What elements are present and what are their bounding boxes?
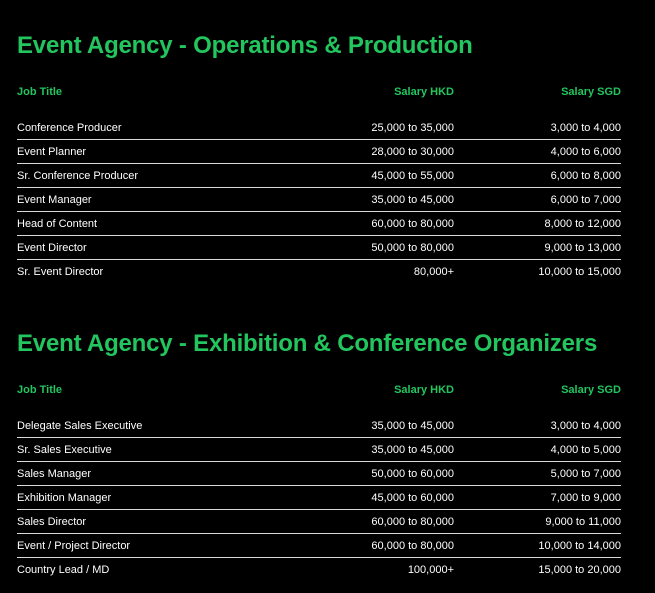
- table-row: Event Manager 35,000 to 45,000 6,000 to …: [17, 188, 621, 212]
- table-header-row: Job Title Salary HKD Salary SGD: [17, 82, 621, 102]
- column-header-job-title: Job Title: [17, 384, 63, 396]
- job-title-cell: Event Manager: [17, 193, 92, 206]
- column-header-salary-hkd: Salary HKD: [394, 86, 454, 98]
- job-title-cell: Sales Manager: [17, 467, 91, 480]
- table-row: Sales Director 60,000 to 80,000 9,000 to…: [17, 510, 621, 534]
- salary-table: Job Title Salary HKD Salary SGD Conferen…: [17, 82, 621, 283]
- table-row: Event Director 50,000 to 80,000 9,000 to…: [17, 236, 621, 260]
- job-title-cell: Sr. Sales Executive: [17, 443, 112, 456]
- salary-hkd-cell: 50,000 to 80,000: [371, 241, 454, 254]
- table-row: Conference Producer 25,000 to 35,000 3,0…: [17, 116, 621, 140]
- job-title-cell: Head of Content: [17, 217, 98, 230]
- table-row: Event / Project Director 60,000 to 80,00…: [17, 534, 621, 558]
- salary-sgd-cell: 8,000 to 12,000: [544, 217, 621, 230]
- job-title-cell: Event Planner: [17, 145, 87, 158]
- job-title-cell: Sales Director: [17, 515, 87, 528]
- salary-sgd-cell: 4,000 to 6,000: [550, 145, 621, 158]
- salary-sgd-cell: 6,000 to 7,000: [550, 193, 621, 206]
- salary-section-operations-production: Event Agency - Operations & Production J…: [17, 30, 621, 283]
- salary-sgd-cell: 10,000 to 15,000: [538, 265, 621, 278]
- salary-hkd-cell: 60,000 to 80,000: [371, 217, 454, 230]
- salary-sgd-cell: 9,000 to 13,000: [544, 241, 621, 254]
- salary-hkd-cell: 45,000 to 55,000: [371, 169, 454, 182]
- salary-hkd-cell: 80,000+: [413, 265, 454, 278]
- section-title: Event Agency - Exhibition & Conference O…: [17, 330, 598, 357]
- column-header-job-title: Job Title: [17, 86, 63, 98]
- salary-sgd-cell: 5,000 to 7,000: [550, 467, 621, 480]
- salary-hkd-cell: 25,000 to 35,000: [371, 121, 454, 134]
- table-row: Sr. Conference Producer 45,000 to 55,000…: [17, 164, 621, 188]
- job-title-cell: Event Director: [17, 241, 87, 254]
- salary-hkd-cell: 35,000 to 45,000: [371, 419, 454, 432]
- column-header-salary-sgd: Salary SGD: [561, 86, 621, 98]
- salary-hkd-cell: 28,000 to 30,000: [371, 145, 454, 158]
- job-title-cell: Delegate Sales Executive: [17, 419, 143, 432]
- job-title-cell: Country Lead / MD: [17, 563, 110, 576]
- salary-sgd-cell: 3,000 to 4,000: [550, 419, 621, 432]
- salary-sgd-cell: 3,000 to 4,000: [550, 121, 621, 134]
- salary-hkd-cell: 35,000 to 45,000: [371, 193, 454, 206]
- job-title-cell: Exhibition Manager: [17, 491, 112, 504]
- salary-hkd-cell: 35,000 to 45,000: [371, 443, 454, 456]
- table-row: Head of Content 60,000 to 80,000 8,000 t…: [17, 212, 621, 236]
- table-row: Sales Manager 50,000 to 60,000 5,000 to …: [17, 462, 621, 486]
- table-row: Country Lead / MD 100,000+ 15,000 to 20,…: [17, 558, 621, 581]
- table-row: Delegate Sales Executive 35,000 to 45,00…: [17, 414, 621, 438]
- table-row: Sr. Event Director 80,000+ 10,000 to 15,…: [17, 260, 621, 283]
- salary-hkd-cell: 45,000 to 60,000: [371, 491, 454, 504]
- job-title-cell: Sr. Conference Producer: [17, 169, 139, 182]
- salary-table: Job Title Salary HKD Salary SGD Delegate…: [17, 380, 621, 581]
- column-header-salary-hkd: Salary HKD: [394, 384, 454, 396]
- salary-hkd-cell: 100,000+: [407, 563, 454, 576]
- job-title-cell: Sr. Event Director: [17, 265, 104, 278]
- job-title-cell: Event / Project Director: [17, 539, 131, 552]
- salary-sgd-cell: 10,000 to 14,000: [538, 539, 621, 552]
- salary-sgd-cell: 9,000 to 11,000: [545, 515, 621, 528]
- column-header-salary-sgd: Salary SGD: [561, 384, 621, 396]
- salary-hkd-cell: 60,000 to 80,000: [371, 539, 454, 552]
- job-title-cell: Conference Producer: [17, 121, 122, 134]
- table-row: Exhibition Manager 45,000 to 60,000 7,00…: [17, 486, 621, 510]
- salary-hkd-cell: 60,000 to 80,000: [371, 515, 454, 528]
- salary-sgd-cell: 7,000 to 9,000: [550, 491, 621, 504]
- table-row: Event Planner 28,000 to 30,000 4,000 to …: [17, 140, 621, 164]
- salary-sgd-cell: 6,000 to 8,000: [550, 169, 621, 182]
- salary-hkd-cell: 50,000 to 60,000: [371, 467, 454, 480]
- salary-sgd-cell: 15,000 to 20,000: [538, 563, 621, 576]
- table-header-row: Job Title Salary HKD Salary SGD: [17, 380, 621, 400]
- table-row: Sr. Sales Executive 35,000 to 45,000 4,0…: [17, 438, 621, 462]
- salary-section-exhibition-conference: Event Agency - Exhibition & Conference O…: [17, 328, 621, 581]
- salary-sgd-cell: 4,000 to 5,000: [550, 443, 621, 456]
- section-title: Event Agency - Operations & Production: [17, 32, 473, 59]
